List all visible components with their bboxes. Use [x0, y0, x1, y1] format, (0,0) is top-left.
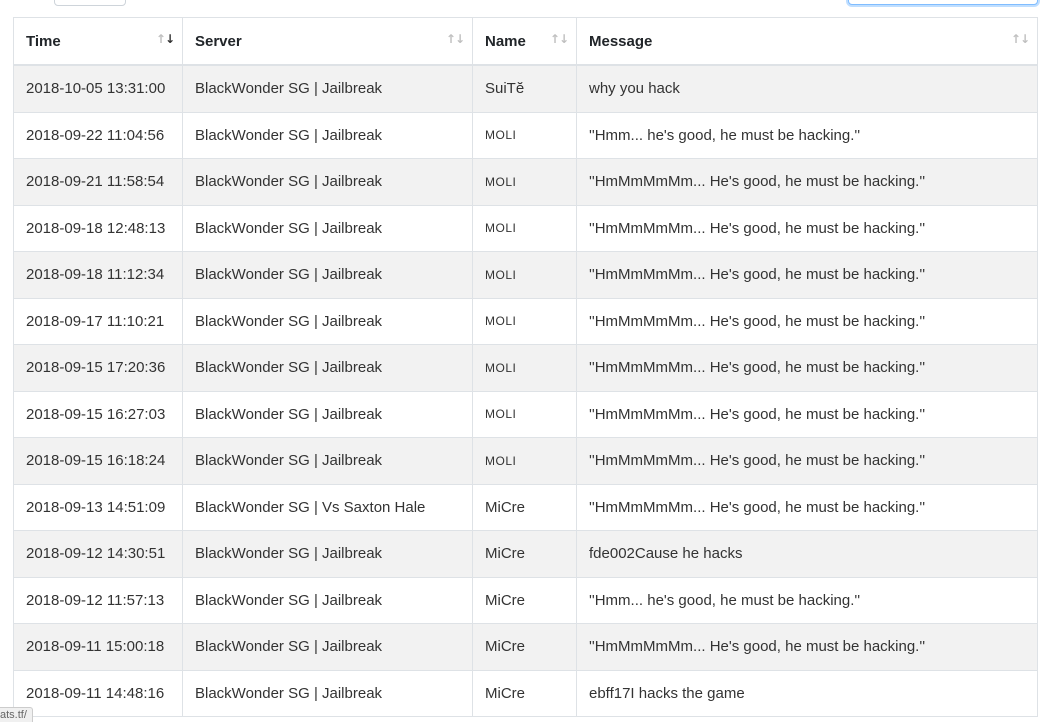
column-header-name[interactable]: Name ↑↓: [472, 17, 577, 66]
cell-message: fde002Cause he hacks: [576, 530, 1038, 578]
column-header-label: Time: [26, 32, 61, 50]
cell-server: BlackWonder SG | Jailbreak: [182, 204, 473, 252]
cell-message: ''HmMmMmMm... He's good, he must be hack…: [576, 204, 1038, 252]
cell-time: 2018-09-13 14:51:09: [13, 483, 183, 531]
cell-server: BlackWonder SG | Jailbreak: [182, 64, 473, 113]
cell-name: MOLI: [472, 204, 577, 252]
page-length-select[interactable]: [54, 0, 126, 6]
cell-name: MiCre: [472, 530, 577, 578]
cell-server: BlackWonder SG | Jailbreak: [182, 437, 473, 485]
table-header-row: Time ↑↓ Server ↑↓ Name ↑↓ Message ↑↓: [13, 17, 1038, 66]
cell-message: ''Hmm... he's good, he must be hacking.'…: [576, 576, 1038, 624]
cell-name: MOLI: [472, 437, 577, 485]
cell-server: BlackWonder SG | Jailbreak: [182, 158, 473, 206]
cell-message: why you hack: [576, 64, 1038, 113]
cell-name: MiCre: [472, 669, 577, 717]
column-header-label: Message: [589, 32, 653, 50]
table-row: 2018-09-15 16:18:24 BlackWonder SG | Jail…: [13, 437, 1038, 485]
cell-name: MiCre: [472, 576, 577, 624]
table-row: 2018-09-12 14:30:51 BlackWonder SG | Jail…: [13, 530, 1038, 578]
table-row: 2018-09-15 16:27:03 BlackWonder SG | Jail…: [13, 390, 1038, 438]
cell-server: BlackWonder SG | Jailbreak: [182, 390, 473, 438]
status-bar-url: ats.tf/: [0, 707, 33, 722]
chat-log-table: Time ↑↓ Server ↑↓ Name ↑↓ Message ↑↓ 201…: [13, 17, 1038, 717]
cell-name: SuiTĕ: [472, 64, 577, 113]
cell-time: 2018-09-22 11:04:56: [13, 111, 183, 159]
cell-name: MOLI: [472, 390, 577, 438]
column-header-label: Name: [485, 32, 526, 50]
table-row: 2018-09-18 11:12:34 BlackWonder SG | Jail…: [13, 251, 1038, 299]
cell-time: 2018-09-11 15:00:18: [13, 623, 183, 671]
cell-time: 2018-10-05 13:31:00: [13, 64, 183, 113]
table-row: 2018-09-21 11:58:54 BlackWonder SG | Jail…: [13, 158, 1038, 206]
cell-message: ebff17I hacks the game: [576, 669, 1038, 717]
cell-message: ''HmMmMmMm... He's good, he must be hack…: [576, 623, 1038, 671]
cell-message: ''Hmm... he's good, he must be hacking.'…: [576, 111, 1038, 159]
cell-server: BlackWonder SG | Jailbreak: [182, 530, 473, 578]
cell-server: BlackWonder SG | Jailbreak: [182, 623, 473, 671]
cell-name: MOLI: [472, 111, 577, 159]
cell-name: MiCre: [472, 623, 577, 671]
cell-time: 2018-09-17 11:10:21: [13, 297, 183, 345]
cell-time: 2018-09-18 12:48:13: [13, 204, 183, 252]
cell-server: BlackWonder SG | Jailbreak: [182, 576, 473, 624]
cell-time: 2018-09-15 17:20:36: [13, 344, 183, 392]
cell-server: BlackWonder SG | Vs Saxton Hale: [182, 483, 473, 531]
column-header-server[interactable]: Server ↑↓: [182, 17, 473, 66]
cell-name: MOLI: [472, 297, 577, 345]
cell-message: ''HmMmMmMm... He's good, he must be hack…: [576, 297, 1038, 345]
table-row: 2018-09-17 11:10:21 BlackWonder SG | Jail…: [13, 297, 1038, 345]
cell-time: 2018-09-21 11:58:54: [13, 158, 183, 206]
cell-message: ''HmMmMmMm... He's good, he must be hack…: [576, 344, 1038, 392]
table-row: 2018-09-12 11:57:13 BlackWonder SG | Jail…: [13, 576, 1038, 624]
cell-name: MOLI: [472, 158, 577, 206]
cell-name: MOLI: [472, 251, 577, 299]
column-header-label: Server: [195, 32, 242, 50]
cell-time: 2018-09-11 14:48:16: [13, 669, 183, 717]
cell-time: 2018-09-15 16:27:03: [13, 390, 183, 438]
sort-both-icon: ↑↓: [549, 32, 569, 46]
column-header-message[interactable]: Message ↑↓: [576, 17, 1038, 66]
cell-time: 2018-09-12 14:30:51: [13, 530, 183, 578]
column-header-time[interactable]: Time ↑↓: [13, 17, 183, 66]
cell-server: BlackWonder SG | Jailbreak: [182, 344, 473, 392]
cell-server: BlackWonder SG | Jailbreak: [182, 669, 473, 717]
cell-name: MOLI: [472, 344, 577, 392]
cell-message: ''HmMmMmMm... He's good, he must be hack…: [576, 437, 1038, 485]
sort-both-icon: ↑↓: [445, 32, 465, 46]
search-input[interactable]: [848, 0, 1038, 5]
cell-server: BlackWonder SG | Jailbreak: [182, 111, 473, 159]
table-row: 2018-09-13 14:51:09 BlackWonder SG | Vs S…: [13, 483, 1038, 531]
table-row: 2018-09-11 15:00:18 BlackWonder SG | Jail…: [13, 623, 1038, 671]
cell-time: 2018-09-18 11:12:34: [13, 251, 183, 299]
cell-name: MiCre: [472, 483, 577, 531]
table-row: 2018-09-18 12:48:13 BlackWonder SG | Jail…: [13, 204, 1038, 252]
table-row: 2018-09-15 17:20:36 BlackWonder SG | Jail…: [13, 344, 1038, 392]
sort-both-icon: ↑↓: [1010, 32, 1030, 46]
cell-time: 2018-09-12 11:57:13: [13, 576, 183, 624]
cell-server: BlackWonder SG | Jailbreak: [182, 297, 473, 345]
cell-message: ''HmMmMmMm... He's good, he must be hack…: [576, 390, 1038, 438]
cell-time: 2018-09-15 16:18:24: [13, 437, 183, 485]
sort-desc-icon: ↑↓: [155, 32, 175, 46]
cell-server: BlackWonder SG | Jailbreak: [182, 251, 473, 299]
table-row: 2018-09-22 11:04:56 BlackWonder SG | Jail…: [13, 111, 1038, 159]
table-row: 2018-10-05 13:31:00 BlackWonder SG | Jail…: [13, 64, 1038, 113]
cell-message: ''HmMmMmMm... He's good, he must be hack…: [576, 483, 1038, 531]
cell-message: ''HmMmMmMm... He's good, he must be hack…: [576, 158, 1038, 206]
cell-message: ''HmMmMmMm... He's good, he must be hack…: [576, 251, 1038, 299]
table-row: 2018-09-11 14:48:16 BlackWonder SG | Jail…: [13, 669, 1038, 717]
table-body: 2018-10-05 13:31:00 BlackWonder SG | Jail…: [13, 64, 1038, 717]
